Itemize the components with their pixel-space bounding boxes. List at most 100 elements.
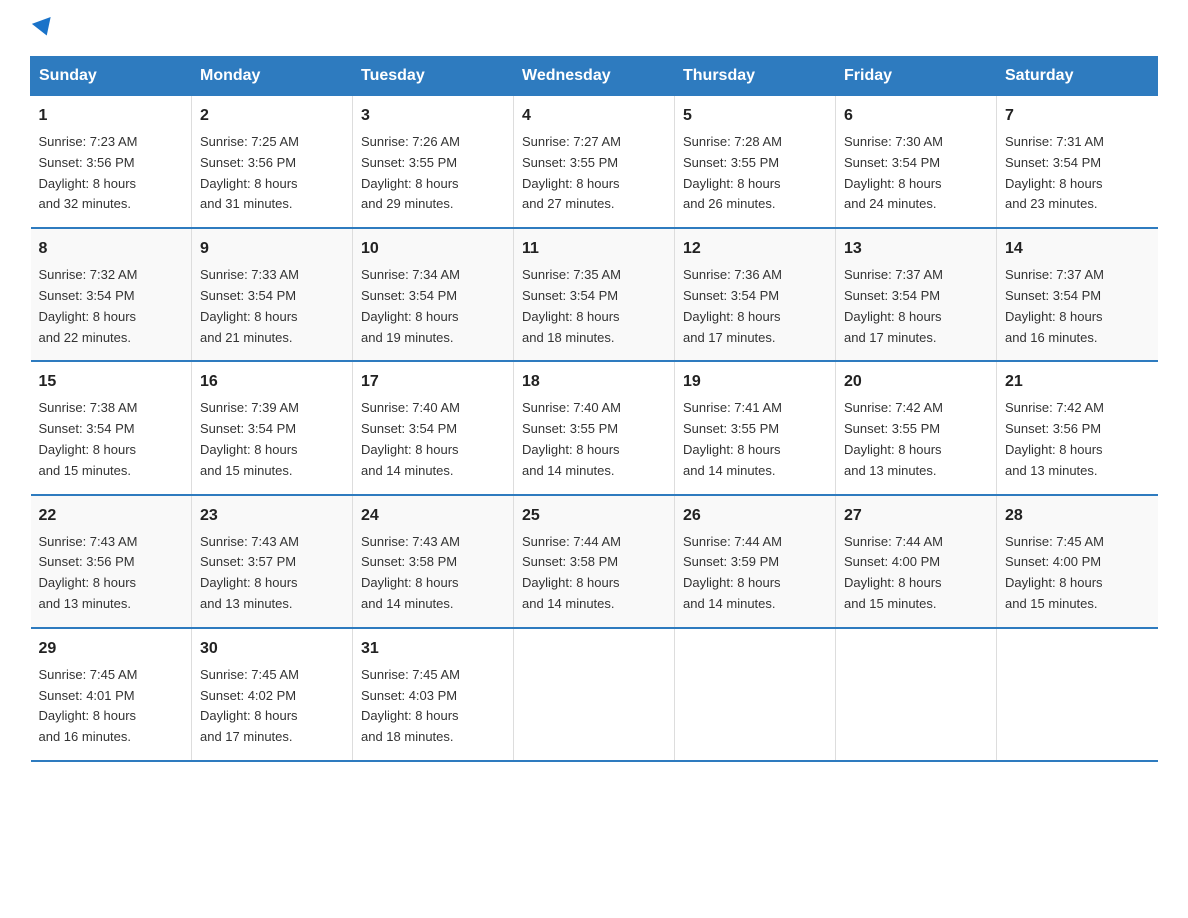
day-number: 8	[39, 237, 184, 261]
day-info: Sunrise: 7:33 AM Sunset: 3:54 PM Dayligh…	[200, 265, 344, 348]
logo-triangle-icon	[32, 17, 56, 39]
day-number: 2	[200, 104, 344, 128]
day-info: Sunrise: 7:37 AM Sunset: 3:54 PM Dayligh…	[844, 265, 988, 348]
day-info: Sunrise: 7:44 AM Sunset: 4:00 PM Dayligh…	[844, 532, 988, 615]
calendar-cell: 11 Sunrise: 7:35 AM Sunset: 3:54 PM Dayl…	[514, 228, 675, 361]
calendar-cell: 29 Sunrise: 7:45 AM Sunset: 4:01 PM Dayl…	[31, 628, 192, 761]
day-info: Sunrise: 7:44 AM Sunset: 3:58 PM Dayligh…	[522, 532, 666, 615]
day-number: 23	[200, 504, 344, 528]
day-number: 21	[1005, 370, 1150, 394]
day-info: Sunrise: 7:43 AM Sunset: 3:57 PM Dayligh…	[200, 532, 344, 615]
calendar-cell: 21 Sunrise: 7:42 AM Sunset: 3:56 PM Dayl…	[997, 361, 1158, 494]
calendar-cell: 13 Sunrise: 7:37 AM Sunset: 3:54 PM Dayl…	[836, 228, 997, 361]
day-number: 1	[39, 104, 184, 128]
calendar-cell: 16 Sunrise: 7:39 AM Sunset: 3:54 PM Dayl…	[192, 361, 353, 494]
day-info: Sunrise: 7:43 AM Sunset: 3:58 PM Dayligh…	[361, 532, 505, 615]
day-number: 16	[200, 370, 344, 394]
calendar-cell: 8 Sunrise: 7:32 AM Sunset: 3:54 PM Dayli…	[31, 228, 192, 361]
day-number: 25	[522, 504, 666, 528]
day-info: Sunrise: 7:27 AM Sunset: 3:55 PM Dayligh…	[522, 132, 666, 215]
calendar-cell: 1 Sunrise: 7:23 AM Sunset: 3:56 PM Dayli…	[31, 96, 192, 229]
day-number: 13	[844, 237, 988, 261]
day-info: Sunrise: 7:40 AM Sunset: 3:55 PM Dayligh…	[522, 398, 666, 481]
day-of-week-header: Sunday	[31, 57, 192, 96]
calendar-cell: 5 Sunrise: 7:28 AM Sunset: 3:55 PM Dayli…	[675, 96, 836, 229]
calendar-cell: 25 Sunrise: 7:44 AM Sunset: 3:58 PM Dayl…	[514, 495, 675, 628]
day-of-week-header: Friday	[836, 57, 997, 96]
day-info: Sunrise: 7:31 AM Sunset: 3:54 PM Dayligh…	[1005, 132, 1150, 215]
day-number: 10	[361, 237, 505, 261]
day-number: 14	[1005, 237, 1150, 261]
calendar-cell	[997, 628, 1158, 761]
day-number: 20	[844, 370, 988, 394]
day-info: Sunrise: 7:39 AM Sunset: 3:54 PM Dayligh…	[200, 398, 344, 481]
day-of-week-header: Saturday	[997, 57, 1158, 96]
calendar-week-row: 22 Sunrise: 7:43 AM Sunset: 3:56 PM Dayl…	[31, 495, 1158, 628]
calendar-week-row: 29 Sunrise: 7:45 AM Sunset: 4:01 PM Dayl…	[31, 628, 1158, 761]
calendar-cell	[514, 628, 675, 761]
day-info: Sunrise: 7:36 AM Sunset: 3:54 PM Dayligh…	[683, 265, 827, 348]
day-of-week-header: Monday	[192, 57, 353, 96]
day-number: 17	[361, 370, 505, 394]
day-of-week-header: Thursday	[675, 57, 836, 96]
calendar-table: SundayMondayTuesdayWednesdayThursdayFrid…	[30, 56, 1158, 762]
calendar-header: SundayMondayTuesdayWednesdayThursdayFrid…	[31, 57, 1158, 96]
day-info: Sunrise: 7:34 AM Sunset: 3:54 PM Dayligh…	[361, 265, 505, 348]
day-info: Sunrise: 7:38 AM Sunset: 3:54 PM Dayligh…	[39, 398, 184, 481]
calendar-cell: 6 Sunrise: 7:30 AM Sunset: 3:54 PM Dayli…	[836, 96, 997, 229]
day-number: 9	[200, 237, 344, 261]
calendar-cell: 15 Sunrise: 7:38 AM Sunset: 3:54 PM Dayl…	[31, 361, 192, 494]
day-number: 12	[683, 237, 827, 261]
calendar-body: 1 Sunrise: 7:23 AM Sunset: 3:56 PM Dayli…	[31, 96, 1158, 761]
logo	[30, 20, 54, 36]
day-info: Sunrise: 7:45 AM Sunset: 4:00 PM Dayligh…	[1005, 532, 1150, 615]
calendar-cell: 31 Sunrise: 7:45 AM Sunset: 4:03 PM Dayl…	[353, 628, 514, 761]
calendar-cell: 12 Sunrise: 7:36 AM Sunset: 3:54 PM Dayl…	[675, 228, 836, 361]
calendar-cell: 28 Sunrise: 7:45 AM Sunset: 4:00 PM Dayl…	[997, 495, 1158, 628]
day-info: Sunrise: 7:42 AM Sunset: 3:56 PM Dayligh…	[1005, 398, 1150, 481]
day-info: Sunrise: 7:44 AM Sunset: 3:59 PM Dayligh…	[683, 532, 827, 615]
calendar-cell: 19 Sunrise: 7:41 AM Sunset: 3:55 PM Dayl…	[675, 361, 836, 494]
day-number: 28	[1005, 504, 1150, 528]
day-info: Sunrise: 7:41 AM Sunset: 3:55 PM Dayligh…	[683, 398, 827, 481]
calendar-cell: 14 Sunrise: 7:37 AM Sunset: 3:54 PM Dayl…	[997, 228, 1158, 361]
day-info: Sunrise: 7:43 AM Sunset: 3:56 PM Dayligh…	[39, 532, 184, 615]
day-number: 4	[522, 104, 666, 128]
day-number: 15	[39, 370, 184, 394]
day-number: 19	[683, 370, 827, 394]
day-info: Sunrise: 7:26 AM Sunset: 3:55 PM Dayligh…	[361, 132, 505, 215]
day-info: Sunrise: 7:40 AM Sunset: 3:54 PM Dayligh…	[361, 398, 505, 481]
calendar-cell: 2 Sunrise: 7:25 AM Sunset: 3:56 PM Dayli…	[192, 96, 353, 229]
day-of-week-header: Wednesday	[514, 57, 675, 96]
logo-blue-text	[30, 20, 54, 36]
calendar-cell: 7 Sunrise: 7:31 AM Sunset: 3:54 PM Dayli…	[997, 96, 1158, 229]
day-info: Sunrise: 7:30 AM Sunset: 3:54 PM Dayligh…	[844, 132, 988, 215]
day-info: Sunrise: 7:32 AM Sunset: 3:54 PM Dayligh…	[39, 265, 184, 348]
calendar-cell: 9 Sunrise: 7:33 AM Sunset: 3:54 PM Dayli…	[192, 228, 353, 361]
calendar-cell: 3 Sunrise: 7:26 AM Sunset: 3:55 PM Dayli…	[353, 96, 514, 229]
day-number: 6	[844, 104, 988, 128]
calendar-cell: 10 Sunrise: 7:34 AM Sunset: 3:54 PM Dayl…	[353, 228, 514, 361]
day-number: 30	[200, 637, 344, 661]
day-number: 11	[522, 237, 666, 261]
day-of-week-header: Tuesday	[353, 57, 514, 96]
calendar-cell: 20 Sunrise: 7:42 AM Sunset: 3:55 PM Dayl…	[836, 361, 997, 494]
day-info: Sunrise: 7:42 AM Sunset: 3:55 PM Dayligh…	[844, 398, 988, 481]
day-number: 31	[361, 637, 505, 661]
calendar-cell: 26 Sunrise: 7:44 AM Sunset: 3:59 PM Dayl…	[675, 495, 836, 628]
day-number: 3	[361, 104, 505, 128]
calendar-cell: 4 Sunrise: 7:27 AM Sunset: 3:55 PM Dayli…	[514, 96, 675, 229]
day-info: Sunrise: 7:45 AM Sunset: 4:01 PM Dayligh…	[39, 665, 184, 748]
day-number: 29	[39, 637, 184, 661]
day-info: Sunrise: 7:45 AM Sunset: 4:03 PM Dayligh…	[361, 665, 505, 748]
calendar-cell: 22 Sunrise: 7:43 AM Sunset: 3:56 PM Dayl…	[31, 495, 192, 628]
day-number: 26	[683, 504, 827, 528]
days-of-week-row: SundayMondayTuesdayWednesdayThursdayFrid…	[31, 57, 1158, 96]
calendar-week-row: 15 Sunrise: 7:38 AM Sunset: 3:54 PM Dayl…	[31, 361, 1158, 494]
calendar-cell: 23 Sunrise: 7:43 AM Sunset: 3:57 PM Dayl…	[192, 495, 353, 628]
calendar-cell: 27 Sunrise: 7:44 AM Sunset: 4:00 PM Dayl…	[836, 495, 997, 628]
calendar-cell	[836, 628, 997, 761]
day-info: Sunrise: 7:45 AM Sunset: 4:02 PM Dayligh…	[200, 665, 344, 748]
day-info: Sunrise: 7:37 AM Sunset: 3:54 PM Dayligh…	[1005, 265, 1150, 348]
day-number: 27	[844, 504, 988, 528]
